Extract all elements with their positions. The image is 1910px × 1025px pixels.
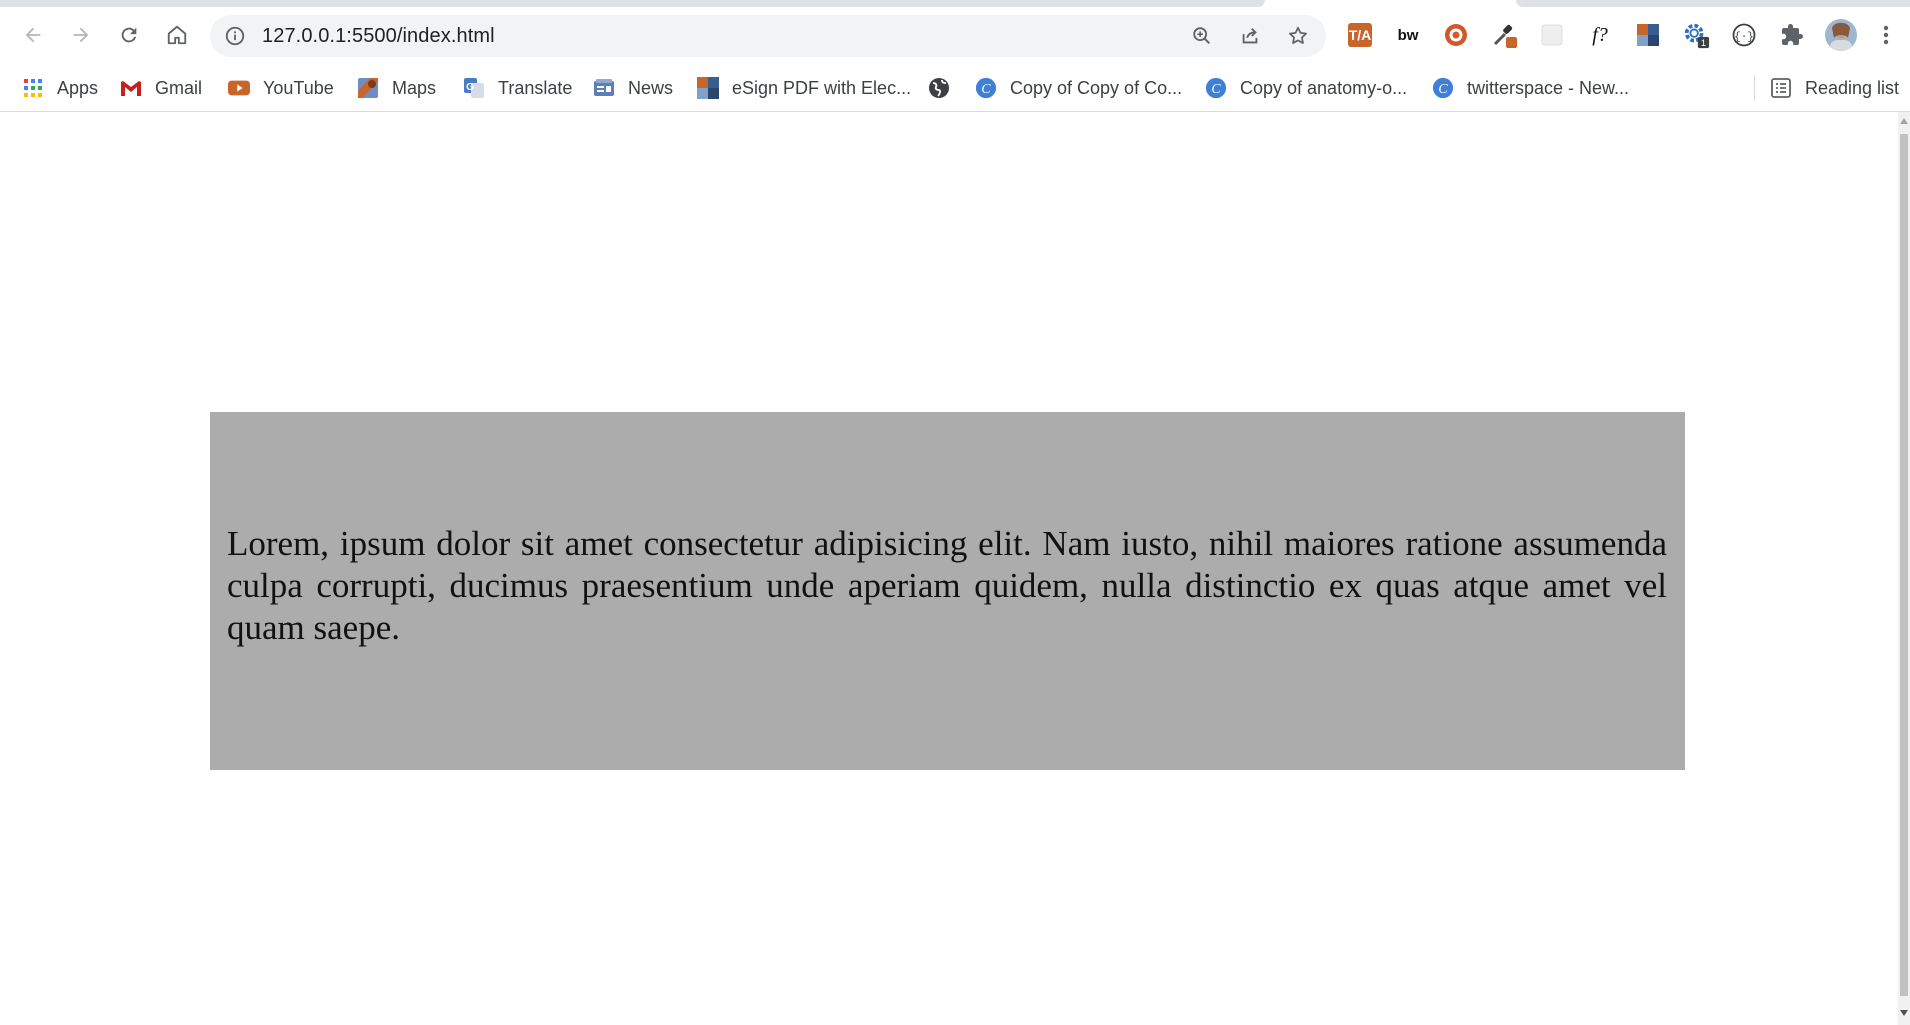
translate-ext-icon[interactable]: T/A <box>1346 21 1374 49</box>
bookmark-label: eSign PDF with Elec... <box>732 77 912 98</box>
globe-icon <box>928 77 950 99</box>
svg-text:{·}: {·} <box>1734 32 1754 44</box>
svg-text:C: C <box>981 81 991 96</box>
reload-button[interactable] <box>110 16 148 54</box>
bookmark-label: Maps <box>392 77 437 98</box>
bookmark-label: YouTube <box>263 77 334 98</box>
bookmark-label: Translate <box>498 77 573 98</box>
bookmark-translate[interactable]: G Translate <box>463 73 572 103</box>
translate-icon: G <box>463 77 485 99</box>
svg-text:f?: f? <box>1592 24 1608 46</box>
svg-text:C: C <box>1211 81 1221 96</box>
bookmark-news[interactable]: News <box>593 73 673 103</box>
apps-grid-icon <box>22 77 44 99</box>
home-button[interactable] <box>158 16 196 54</box>
target-ext-icon[interactable] <box>1442 21 1470 49</box>
scrollbar-thumb[interactable] <box>1900 134 1908 996</box>
bookmarks-divider <box>1754 75 1755 101</box>
browser-toolbar: 127.0.0.1:5500/index.html T/A bw f? 1 {·… <box>0 8 1910 65</box>
forward-button[interactable] <box>62 16 100 54</box>
bookmark-gmail[interactable]: Gmail <box>120 73 202 103</box>
url-text[interactable]: 127.0.0.1:5500/index.html <box>262 25 495 48</box>
scroll-up-arrow-icon[interactable] <box>1900 118 1908 124</box>
bookmark-label: Apps <box>57 77 99 98</box>
bookmark-esign[interactable]: eSign PDF with Elec... <box>697 73 911 103</box>
bookmark-globe[interactable] <box>928 73 950 103</box>
reading-list-label: Reading list <box>1805 77 1900 98</box>
bookmark-star-icon[interactable] <box>1286 24 1310 48</box>
bookmark-label: Copy of anatomy-o... <box>1240 77 1408 98</box>
forward-arrow-icon <box>73 27 89 43</box>
canva-icon: C <box>1432 77 1454 99</box>
bw-ext-icon[interactable]: bw <box>1394 21 1422 49</box>
site-info-icon[interactable] <box>224 25 246 52</box>
vertical-scrollbar[interactable] <box>1898 112 1910 1025</box>
canva-icon: C <box>1205 77 1227 99</box>
font-detect-ext-icon[interactable]: f? <box>1586 21 1614 49</box>
bookmark-label: Copy of Copy of Co... <box>1010 77 1183 98</box>
code-ext-icon[interactable]: {·} <box>1730 21 1758 49</box>
bookmark-maps[interactable]: Maps <box>357 73 436 103</box>
bookmark-canva-3[interactable]: C twitterspace - New... <box>1432 73 1629 103</box>
address-bar[interactable]: 127.0.0.1:5500/index.html <box>210 15 1326 57</box>
svg-text:bw: bw <box>1398 27 1419 44</box>
blank-ext-icon[interactable] <box>1538 21 1566 49</box>
reading-list-icon <box>1770 77 1792 99</box>
bookmark-youtube[interactable]: YouTube <box>228 73 334 103</box>
tab-strip-left <box>0 0 1265 7</box>
color-grid-ext-icon[interactable] <box>1634 21 1662 49</box>
bookmarks-bar: Apps Gmail YouTube Maps G Translate News <box>0 65 1910 112</box>
avatar[interactable] <box>1824 18 1858 52</box>
canva-icon: C <box>975 77 997 99</box>
extensions-puzzle-icon[interactable] <box>1778 21 1806 49</box>
svg-text:C: C <box>1438 81 1448 96</box>
news-icon <box>593 77 615 99</box>
back-button[interactable] <box>14 16 52 54</box>
scroll-down-arrow-icon[interactable] <box>1900 1010 1908 1016</box>
reload-icon <box>121 27 137 43</box>
eyedropper-ext-icon[interactable] <box>1490 21 1518 49</box>
bookmark-canva-2[interactable]: C Copy of anatomy-o... <box>1205 73 1407 103</box>
gmail-icon <box>120 77 142 99</box>
extension-badge: 1 <box>1701 38 1706 48</box>
bookmark-label: News <box>628 77 674 98</box>
back-arrow-icon <box>25 27 41 43</box>
page-viewport: Lorem, ipsum dolor sit amet consectetur … <box>0 112 1898 1025</box>
tab-strip <box>0 0 1910 8</box>
bookmark-label: Gmail <box>155 77 203 98</box>
home-icon <box>167 25 187 45</box>
bookmark-canva-1[interactable]: C Copy of Copy of Co... <box>975 73 1182 103</box>
lorem-paragraph: Lorem, ipsum dolor sit amet consectetur … <box>227 524 1667 647</box>
svg-text:G: G <box>466 82 474 93</box>
youtube-icon <box>228 77 250 99</box>
esign-icon <box>697 77 719 99</box>
reading-list-button[interactable]: Reading list <box>1770 73 1899 103</box>
bookmark-label: twitterspace - New... <box>1467 77 1630 98</box>
maps-icon <box>357 77 379 99</box>
bookmark-apps[interactable]: Apps <box>22 73 98 103</box>
share-icon[interactable] <box>1238 24 1262 48</box>
browser-menu-icon[interactable] <box>1872 21 1900 49</box>
zoom-icon[interactable] <box>1190 24 1214 48</box>
content-box: Lorem, ipsum dolor sit amet consectetur … <box>210 412 1685 770</box>
svg-text:T/A: T/A <box>1349 27 1372 43</box>
gear-ext-icon[interactable]: 1 <box>1682 21 1710 49</box>
tab-strip-right <box>1516 0 1910 7</box>
